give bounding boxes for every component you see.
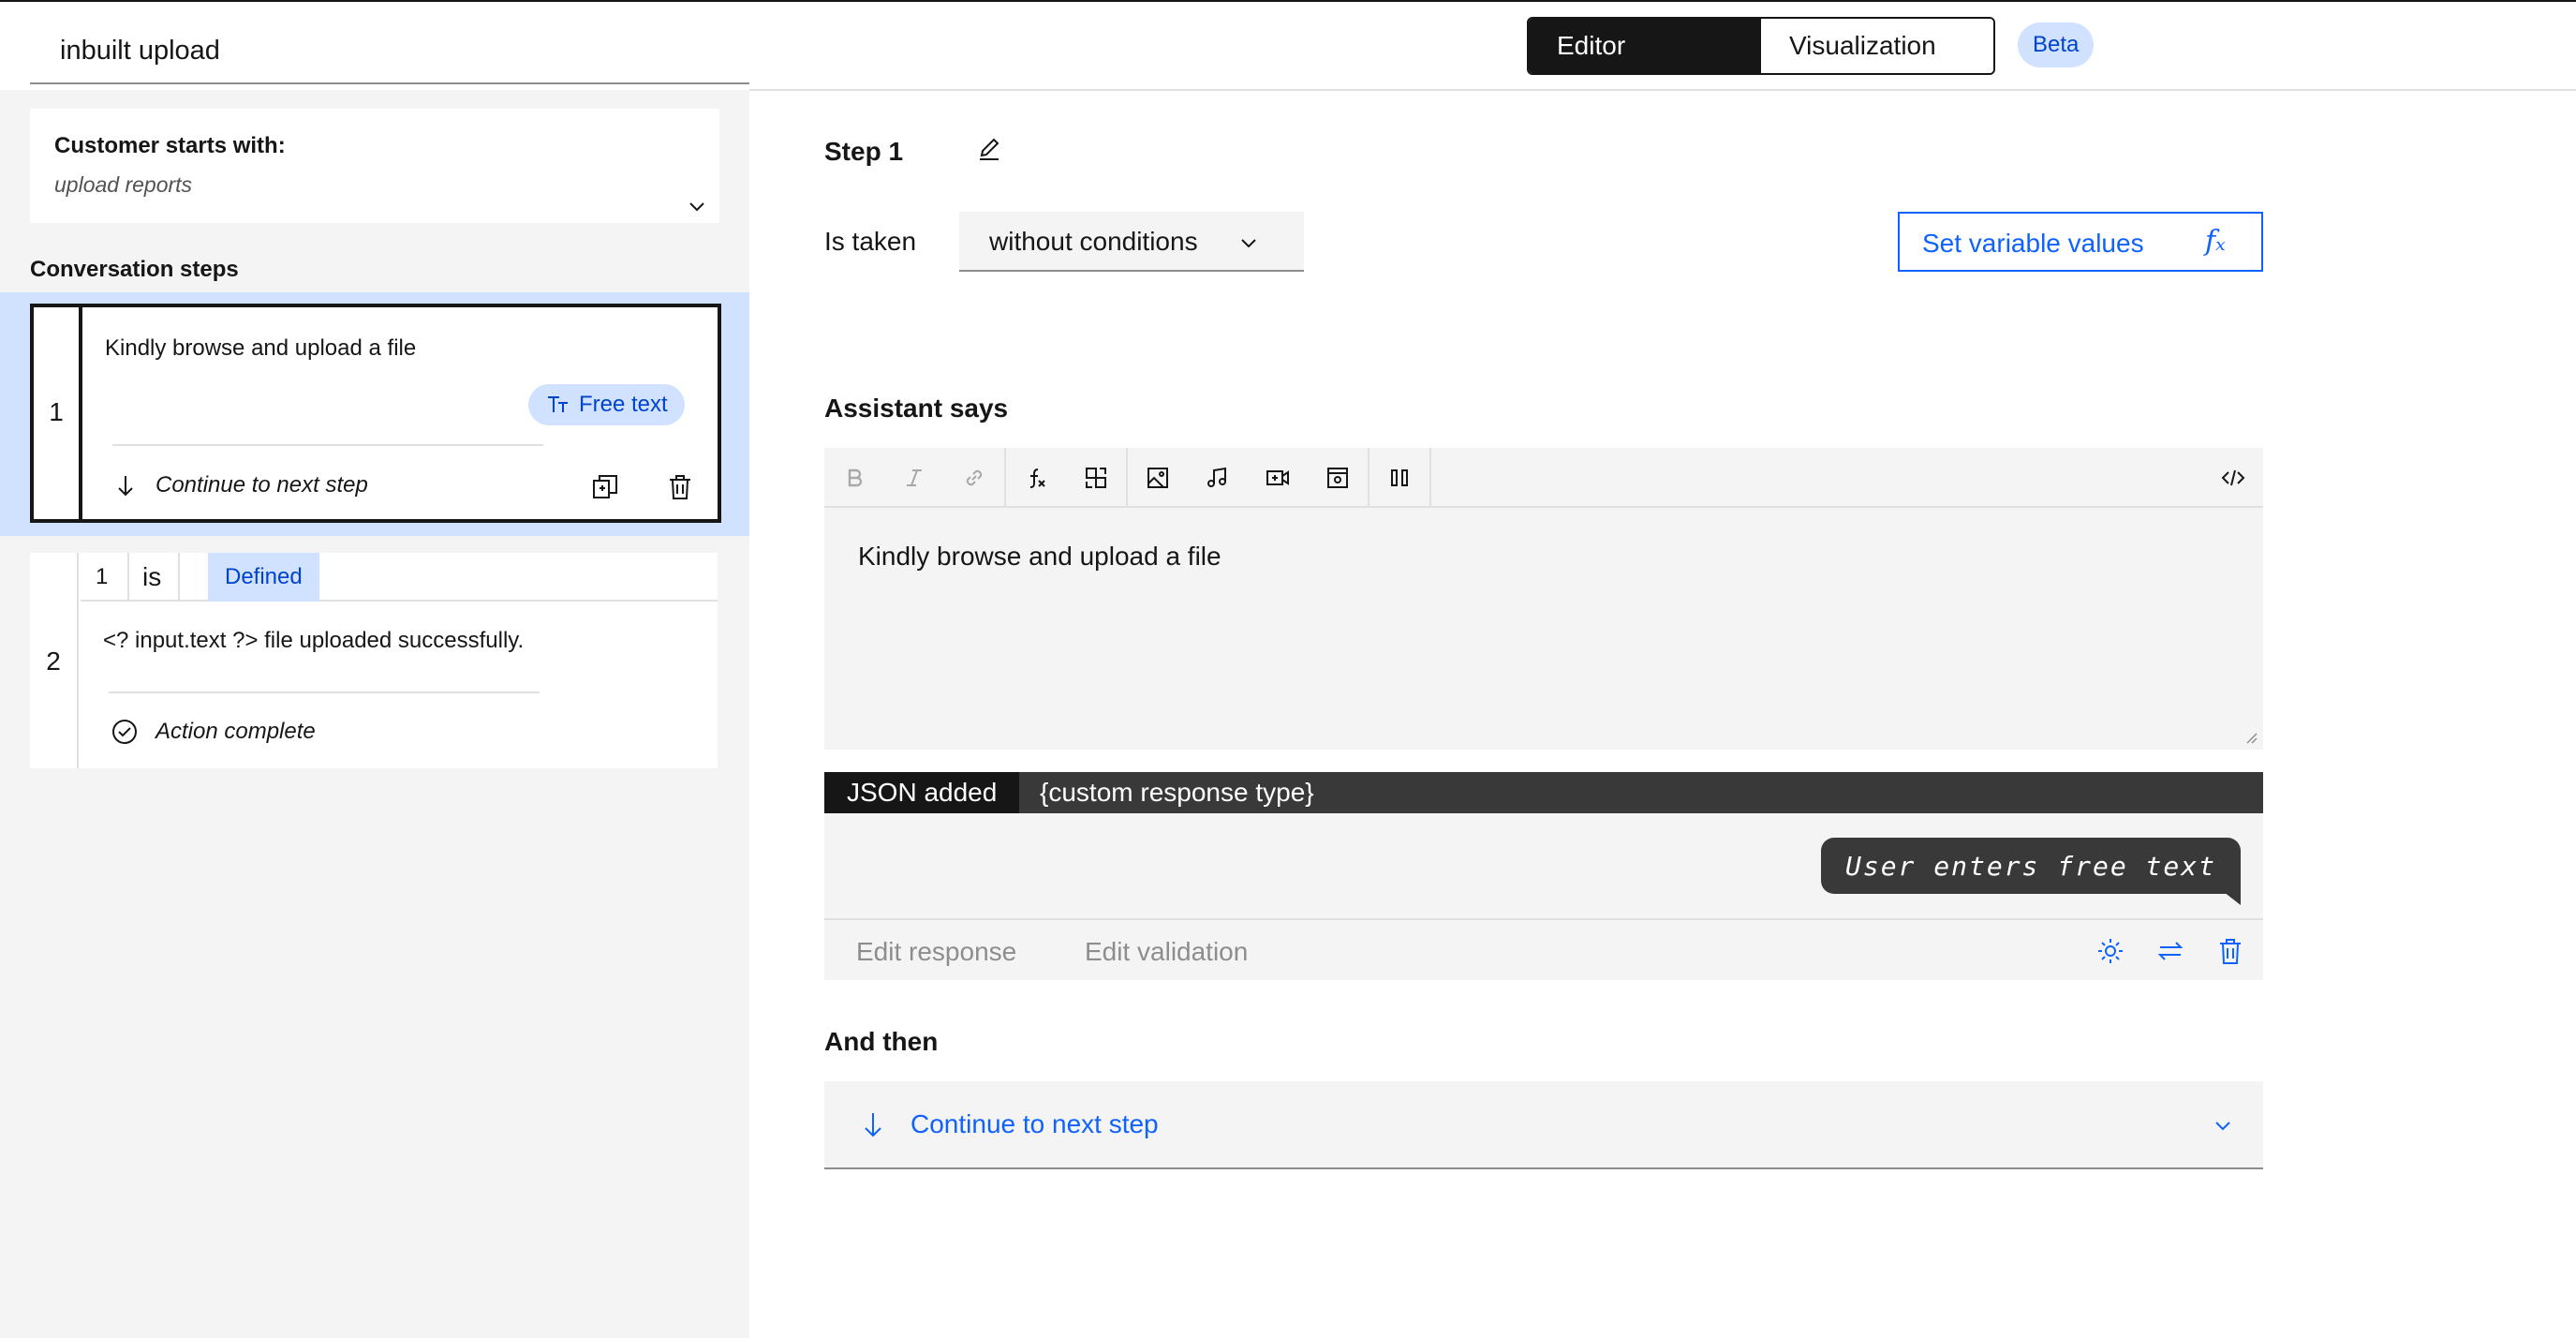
edit-response-button[interactable]: Edit response: [856, 937, 1016, 967]
bold-icon: [848, 468, 863, 487]
condition-step-ref: 1: [96, 564, 109, 589]
set-variable-values-button[interactable]: Set variable values 𝑓ₓ: [1898, 212, 2263, 272]
insert-video-button[interactable]: [1248, 448, 1308, 508]
link-button[interactable]: [944, 448, 1004, 508]
code-icon: [2221, 469, 2245, 486]
columns-icon: [1391, 469, 1408, 486]
step-text: Kindly browse and upload a file: [105, 335, 417, 361]
arrow-down-icon: [118, 476, 133, 497]
resize-handle-icon[interactable]: [2243, 729, 2258, 744]
is-taken-dropdown[interactable]: without conditions: [959, 212, 1304, 272]
toolbar-group-layout: [1369, 448, 1431, 508]
and-then-value: Continue to next step: [910, 1109, 1159, 1138]
step-1-selected-row[interactable]: 1 Kindly browse and upload a file Free t…: [0, 292, 749, 536]
header-divider: [749, 89, 2576, 91]
checkmark-circle-icon: [112, 720, 137, 744]
function-button[interactable]: [1006, 448, 1066, 508]
customer-response-preview: User enters free text: [824, 813, 2263, 918]
trash-icon[interactable]: [2214, 935, 2246, 967]
tab-editor[interactable]: Editor: [1529, 19, 1761, 73]
step-number: 2: [46, 647, 61, 676]
step-title: Step 1: [824, 137, 904, 166]
divider: [112, 444, 543, 446]
insert-image-button[interactable]: [1128, 448, 1188, 508]
link-icon: [966, 469, 983, 486]
step-number-column: 1: [34, 307, 82, 519]
gear-icon[interactable]: [2095, 935, 2126, 967]
italic-button[interactable]: [884, 448, 944, 508]
step-1-card[interactable]: 1 Kindly browse and upload a file Free t…: [30, 304, 721, 523]
step-next-label: Continue to next step: [155, 472, 368, 498]
and-then-dropdown[interactable]: Continue to next step: [824, 1081, 2263, 1169]
video-add-icon: [1266, 470, 1289, 485]
text-size-icon: [548, 396, 568, 412]
user-response-bubble: User enters free text: [1820, 838, 2241, 894]
bold-button[interactable]: [824, 448, 884, 508]
toolbar-group-variables: [1006, 448, 1128, 508]
music-icon: [1207, 467, 1226, 487]
variable-swap-icon: [1086, 468, 1106, 488]
bubble-tail: [2224, 892, 2241, 905]
message-text[interactable]: Kindly browse and upload a file: [858, 542, 1221, 572]
insert-variable-button[interactable]: [1066, 448, 1126, 508]
divider: [127, 553, 129, 602]
edit-pencil-icon[interactable]: [974, 135, 1004, 165]
left-header: inbuilt upload: [0, 2, 749, 90]
conversation-steps-heading: Conversation steps: [30, 257, 239, 282]
customer-starts-phrase: upload reports: [54, 172, 193, 197]
toolbar-group-format: [824, 448, 1006, 508]
duplicate-icon[interactable]: [590, 472, 620, 502]
step-text: <? input.text ?> file uploaded successfu…: [103, 628, 525, 653]
condition-operator: is: [142, 562, 162, 591]
custom-response-type: {custom response type}: [1040, 778, 1314, 807]
step-next-label: Action complete: [155, 719, 316, 744]
step-number-column: 2: [30, 553, 79, 768]
step-next-row: Continue to next step: [112, 472, 368, 498]
chevron-down-icon: [1241, 239, 1256, 248]
toolbar-group-media: [1128, 448, 1369, 508]
italic-icon: [907, 469, 922, 486]
view-switcher: Editor Visualization: [1527, 17, 1995, 75]
arrow-down-icon: [865, 1113, 881, 1137]
condition-value-tag: Defined: [208, 553, 319, 602]
swap-icon[interactable]: [2154, 935, 2186, 967]
customer-starts-label: Customer starts with:: [54, 133, 286, 158]
json-added-tag: JSON added: [824, 772, 1020, 813]
edit-validation-button[interactable]: Edit validation: [1085, 937, 1248, 967]
insert-audio-button[interactable]: [1188, 448, 1248, 508]
customer-starts-card[interactable]: Customer starts with: upload reports: [30, 109, 719, 223]
function-icon: 𝑓ₓ: [2205, 225, 2226, 258]
is-taken-label: Is taken: [824, 227, 917, 256]
action-title-text: inbuilt upload: [60, 36, 220, 66]
beta-badge: Beta: [2018, 22, 2095, 67]
code-view-button[interactable]: [2203, 448, 2263, 508]
divider: [178, 553, 180, 602]
assistant-says-heading: Assistant says: [824, 394, 1009, 423]
set-variable-values-label: Set variable values: [1922, 229, 2144, 258]
function-icon: [1029, 468, 1045, 488]
action-title-field[interactable]: inbuilt upload: [30, 17, 749, 84]
is-taken-value: without conditions: [989, 227, 1198, 256]
insert-iframe-button[interactable]: [1308, 448, 1368, 508]
insert-columns-button[interactable]: [1369, 448, 1429, 508]
step-next-row: Action complete: [111, 718, 316, 746]
image-icon: [1147, 468, 1168, 488]
custom-response-bar: JSON added {custom response type}: [824, 772, 2263, 813]
editor-toolbar: [824, 448, 2263, 508]
step-condition-row: 1 is Defined: [81, 553, 718, 602]
and-then-heading: And then: [824, 1027, 939, 1056]
response-footer: Edit response Edit validation: [824, 918, 2263, 980]
chevron-down-icon[interactable]: [686, 195, 708, 217]
iframe-preview-icon: [1327, 468, 1348, 488]
step-2-card[interactable]: 2 1 is Defined <? input.text ?> file upl…: [30, 553, 718, 768]
left-panel: inbuilt upload Customer starts with: upl…: [0, 2, 749, 1338]
step-number: 1: [49, 397, 64, 426]
free-text-tag: Free text: [528, 384, 685, 425]
trash-icon[interactable]: [665, 472, 695, 502]
tab-visualization[interactable]: Visualization: [1761, 19, 1993, 73]
chevron-down-icon: [2215, 1122, 2230, 1131]
free-text-tag-label: Free text: [579, 392, 668, 417]
rich-text-editor[interactable]: Kindly browse and upload a file: [824, 448, 2263, 750]
divider: [109, 691, 540, 693]
